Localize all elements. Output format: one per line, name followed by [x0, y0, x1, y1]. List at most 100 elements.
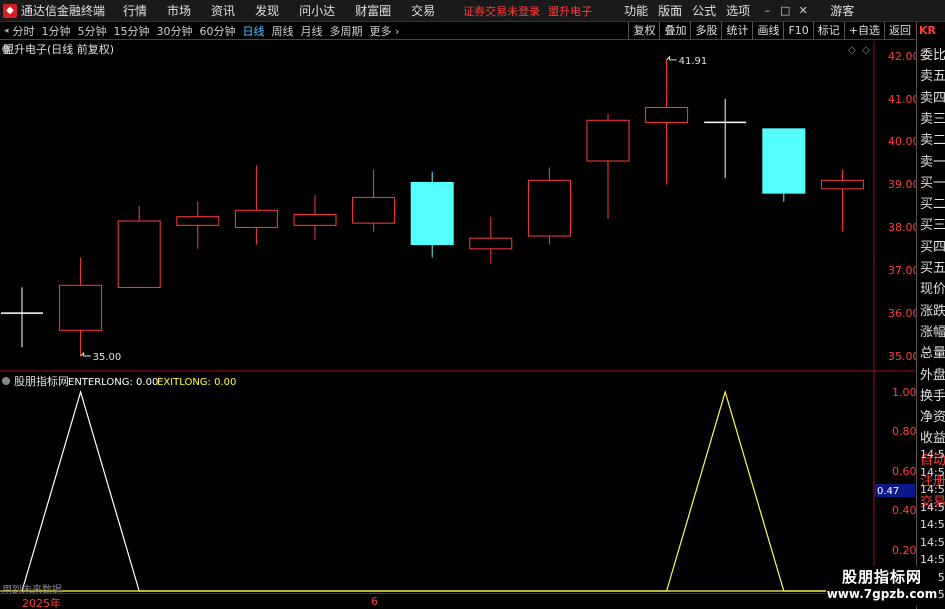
date-axis: 2025年 6 — [0, 593, 915, 609]
menu-news[interactable]: 资讯 — [211, 2, 235, 19]
low-annotation-label: 35.00 — [93, 352, 122, 363]
statistics-button[interactable]: 统计 — [721, 22, 752, 40]
indicator-settings-icon[interactable] — [2, 377, 10, 385]
minimize-icon[interactable]: – — [760, 4, 774, 18]
period-1min[interactable]: 1分钟 — [42, 23, 71, 39]
indicator-axis-label: 0.20 — [892, 544, 916, 557]
menu-trade[interactable]: 交易 — [411, 2, 435, 19]
menu-layout[interactable]: 版面 — [658, 2, 682, 19]
candle-body — [820, 179, 864, 190]
app-logo-icon: ◆ — [3, 3, 17, 18]
high-arrow — [666, 55, 677, 61]
menu-market[interactable]: 市场 — [167, 2, 191, 19]
exitlong-line — [22, 389, 843, 592]
side-time: 14:5 — [920, 448, 945, 461]
exitlong-label: EXITLONG: 0.00 — [157, 377, 236, 388]
price-label: 37.00 — [888, 264, 916, 277]
candle-body — [527, 179, 571, 237]
watermark: 股朋指标网 www.7gpzb.com — [826, 566, 938, 606]
menu-functions[interactable]: 功能 — [624, 2, 648, 19]
guest-user[interactable]: 游客 — [830, 2, 854, 19]
indicator-name: 股朋指标网 — [14, 374, 69, 388]
candle-body — [645, 106, 689, 123]
indicator-axis-label: 0.80 — [892, 425, 916, 438]
candle-body — [293, 214, 337, 226]
chevron-right-icon: › — [391, 24, 400, 38]
side-label: 买四 — [920, 239, 945, 255]
side-label: 买五 — [920, 261, 945, 276]
indicator-axis-label: 1.00 — [892, 386, 916, 399]
side-time: 14:56 — [920, 518, 945, 531]
period-multi[interactable]: 多周期 — [330, 23, 363, 39]
side-label: 换手 — [920, 388, 945, 404]
adjust-button[interactable]: 复权 — [628, 22, 659, 40]
period-toolbar: ◂ 分时 1分钟 5分钟 15分钟 30分钟 60分钟 日线 周线 月线 多周期… — [0, 22, 915, 40]
chart-area[interactable]: 盟升电子(日线 前复权) ◇ ◇ 42.00 41.00 40.00 39.00… — [0, 41, 916, 593]
period-15min[interactable]: 15分钟 — [114, 23, 150, 39]
period-weekly[interactable]: 周线 — [272, 23, 294, 39]
candle-body — [469, 237, 513, 250]
price-label: 38.00 — [888, 221, 916, 234]
add-watchlist-button[interactable]: +自选 — [843, 22, 884, 40]
candle-body — [117, 220, 161, 288]
period-60min[interactable]: 60分钟 — [200, 23, 236, 39]
menu-formula[interactable]: 公式 — [692, 2, 716, 19]
candle-body — [762, 128, 806, 194]
multi-stock-button[interactable]: 多股 — [690, 22, 721, 40]
menu-market-quotes[interactable]: 行情 — [123, 2, 147, 19]
kr-tag: KR — [919, 24, 936, 37]
candle-body — [176, 216, 220, 226]
watermark-title: 股朋指标网 — [841, 568, 922, 586]
side-label: 卖四 — [920, 90, 945, 106]
price-label: 35.00 — [888, 350, 916, 363]
side-time: 14:55 — [920, 465, 945, 479]
candle-body — [586, 119, 630, 162]
period-more[interactable]: 更多 › — [370, 23, 400, 39]
period-more-label: 更多 — [369, 24, 392, 38]
close-icon[interactable]: ✕ — [796, 4, 810, 18]
overlay-button[interactable]: 叠加 — [659, 22, 690, 40]
menu-options[interactable]: 选项 — [726, 2, 750, 19]
back-button[interactable]: 返回 — [884, 22, 915, 40]
quote-side-panel: KR 委比 卖五 卖四 卖三 卖二 卖一 买一 买二 买三 买四 买五 现价 涨跌 涨幅 总量 外盘 换手 净资收… — [916, 22, 945, 609]
menu-ask-xiaoda[interactable]: 问小达 — [299, 2, 335, 19]
menu-discover[interactable]: 发现 — [255, 2, 279, 19]
high-annotation-label: 41.91 — [679, 56, 708, 67]
login-status[interactable]: 证券交易未登录 — [463, 3, 540, 19]
side-label: 卖一 — [920, 154, 945, 170]
side-time: 14:56 — [920, 500, 945, 514]
low-arrow — [80, 351, 91, 357]
side-label: 卖三 — [920, 111, 945, 127]
side-label: 委比 — [920, 48, 945, 63]
period-monthly[interactable]: 月线 — [301, 23, 323, 39]
side-label: 涨跌 — [920, 303, 945, 319]
triangle-left-icon[interactable]: ◂ — [4, 26, 9, 36]
period-30min[interactable]: 30分钟 — [157, 23, 193, 39]
enterlong-line — [21, 389, 843, 592]
current-value-label: 0.47 — [877, 486, 899, 497]
title-bar: ◆ 通达信金融终端 行情 市场 资讯 发现 问小达 财富圈 交易 证券交易未登录… — [0, 0, 945, 22]
close-chart-icon[interactable]: ◇ — [862, 45, 870, 56]
price-axis-labels: 42.00 41.00 40.00 39.00 38.00 37.00 36.0… — [888, 50, 916, 363]
diamond-icon[interactable]: ◇ — [848, 45, 856, 56]
side-label: 外盘 — [920, 367, 945, 383]
side-label: 卖五 — [920, 69, 945, 85]
app-title: 通达信金融终端 — [21, 4, 106, 18]
enterlong-label: ENTERLONG: 0.00 — [68, 377, 158, 388]
side-label: 总量 — [920, 346, 945, 362]
indicator-axis-label: 0.60 — [892, 465, 916, 478]
side-label: 卖二 — [920, 133, 945, 149]
period-daily[interactable]: 日线 — [243, 23, 265, 39]
period-intraday[interactable]: 分时 — [13, 23, 35, 39]
mark-button[interactable]: 标记 — [812, 22, 844, 40]
f10-button[interactable]: F10 — [783, 22, 812, 40]
low-annotation: 35.00 — [80, 351, 122, 363]
draw-line-button[interactable]: 画线 — [752, 22, 783, 40]
candlestick-series — [1, 59, 864, 356]
menu-wealth-circle[interactable]: 财富圈 — [355, 2, 391, 19]
side-label: 买二 — [920, 197, 945, 213]
maximize-icon[interactable]: □ — [778, 4, 792, 18]
main-chart-label: 盟升电子(日线 前复权) — [3, 42, 114, 56]
candle-body — [234, 209, 278, 228]
period-5min[interactable]: 5分钟 — [78, 23, 107, 39]
